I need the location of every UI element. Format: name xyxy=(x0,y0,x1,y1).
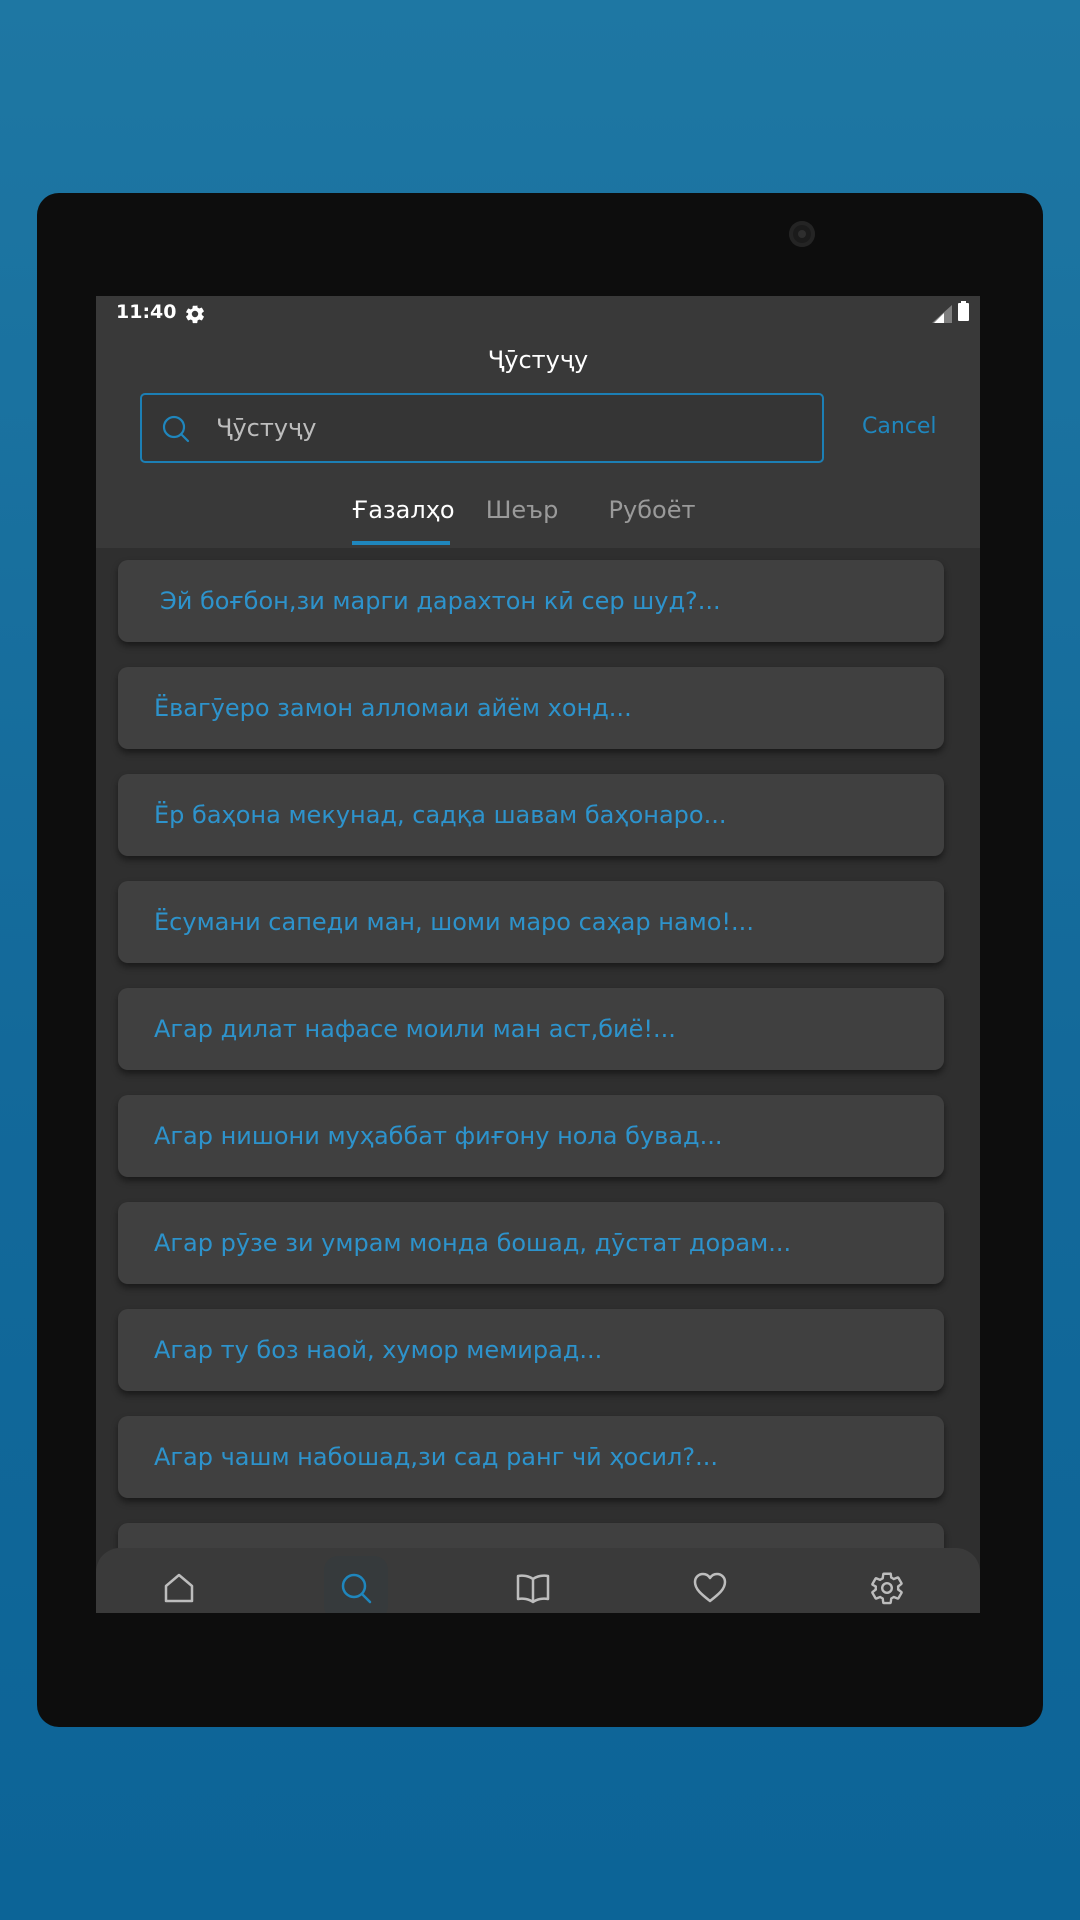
list-item-title: Агар дилат нафасе моили ман аст,биё!... xyxy=(154,1015,676,1043)
list-item[interactable]: Ёр баҳона мекунад, садқа шавам баҳонаро.… xyxy=(118,774,944,856)
search-field[interactable] xyxy=(140,393,824,463)
list-item-title: Агар ту боз наой, хумор мемирад... xyxy=(154,1336,603,1364)
list-item-title: Эй боғбон,зи марги дарахтон кӣ сер шуд?.… xyxy=(160,587,721,615)
cancel-button[interactable]: Cancel xyxy=(862,414,937,439)
tab-ghazals[interactable]: Ғазалҳо xyxy=(352,496,455,524)
active-tab-indicator xyxy=(352,541,450,545)
list-item-title: Ёр баҳона мекунад, садқа шавам баҳонаро.… xyxy=(154,801,727,829)
nav-favorites[interactable] xyxy=(678,1556,742,1613)
search-header: 11:40 Ҷӯстуҷу Ҷӯстуҷу Cancel Ғазалҳо Шеъ… xyxy=(96,296,980,548)
tablet-frame: 11:40 Ҷӯстуҷу Ҷӯстуҷу Cancel Ғазалҳо Шеъ… xyxy=(37,193,1043,1727)
bottom-navigation xyxy=(96,1548,980,1613)
nav-library[interactable] xyxy=(501,1556,565,1613)
status-bar: 11:40 xyxy=(96,296,980,332)
list-item-title: Агар чашм набошад,зи сад ранг чӣ ҳосил?.… xyxy=(154,1443,718,1471)
list-item-title: Ёвагӯеро замон алломаи айём хонд... xyxy=(154,694,632,722)
list-item[interactable]: Агар дилат нафасе моили ман аст,биё!... xyxy=(118,988,944,1070)
tab-rubaiyat[interactable]: Рубоёт xyxy=(602,496,702,524)
list-item-title: Агар нишони муҳаббат фиғону нола бувад..… xyxy=(154,1122,723,1150)
battery-icon xyxy=(958,301,969,321)
home-icon xyxy=(164,1573,194,1603)
cell-signal-icon xyxy=(932,305,952,323)
search-icon xyxy=(162,415,190,443)
list-item[interactable]: Ёвагӯеро замон алломаи айём хонд... xyxy=(118,667,944,749)
search-input[interactable] xyxy=(216,395,806,461)
list-item[interactable]: Агар ту боз наой, хумор мемирад... xyxy=(118,1309,944,1391)
nav-home[interactable] xyxy=(147,1556,211,1613)
status-time: 11:40 xyxy=(116,301,177,323)
app-screen: 11:40 Ҷӯстуҷу Ҷӯстуҷу Cancel Ғазалҳо Шеъ… xyxy=(96,296,980,1613)
list-item[interactable]: Агар чашм набошад,зи сад ранг чӣ ҳосил?.… xyxy=(118,1416,944,1498)
nav-settings[interactable] xyxy=(855,1556,919,1613)
list-item[interactable]: Агар рӯзе зи умрам монда бошад, дӯстат д… xyxy=(118,1202,944,1284)
list-item[interactable]: Эй боғбон,зи марги дарахтон кӣ сер шуд?.… xyxy=(118,560,944,642)
list-item-title: Ёсумани сапеди ман, шоми маро саҳар намо… xyxy=(154,908,754,936)
heart-icon xyxy=(693,1572,727,1603)
list-item[interactable]: Ёсумани сапеди ман, шоми маро саҳар намо… xyxy=(118,881,944,963)
book-icon xyxy=(516,1574,550,1604)
nav-search[interactable] xyxy=(324,1556,388,1613)
list-item[interactable]: Агар нишони муҳаббат фиғону нола бувад..… xyxy=(118,1095,944,1177)
list-item-partial[interactable] xyxy=(118,1523,944,1548)
front-camera xyxy=(789,221,815,247)
results-list[interactable]: Эй боғбон,зи марги дарахтон кӣ сер шуд?.… xyxy=(96,548,980,1548)
gear-icon xyxy=(186,305,204,324)
gear-icon xyxy=(871,1572,903,1605)
tab-poems[interactable]: Шеър xyxy=(482,496,562,524)
search-icon xyxy=(341,1573,372,1604)
list-item-title: Агар рӯзе зи умрам монда бошад, дӯстат д… xyxy=(154,1229,792,1257)
page-title: Ҷӯстуҷу xyxy=(487,346,589,374)
